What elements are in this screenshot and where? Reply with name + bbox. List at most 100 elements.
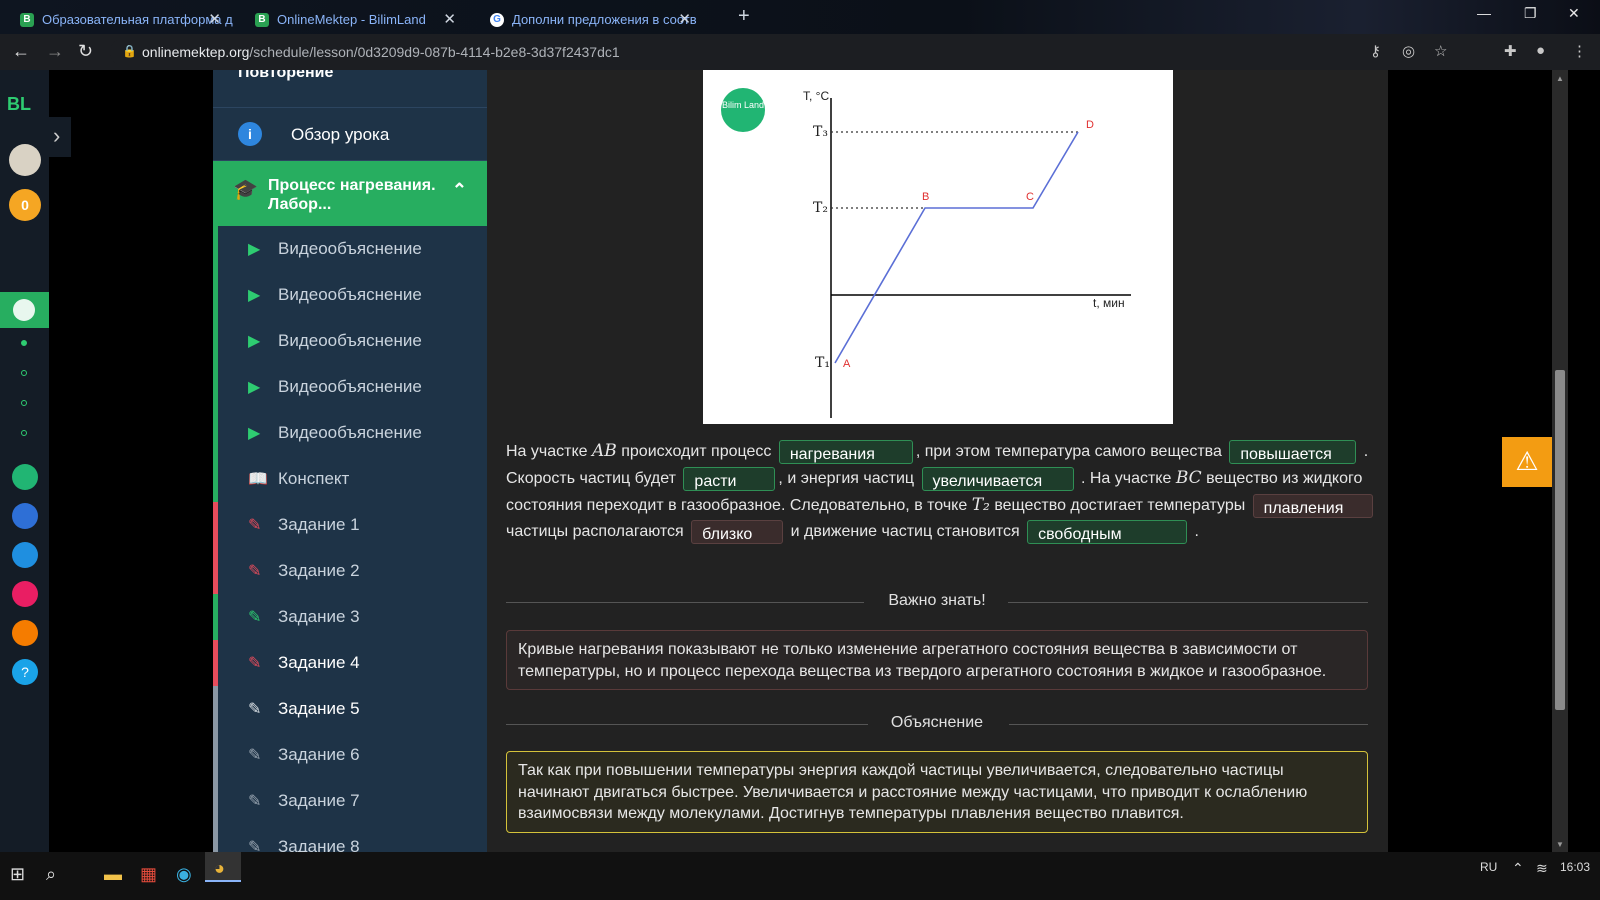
sidebar-item-overview[interactable]: i Обзор урока [213, 108, 487, 161]
file-explorer-icon[interactable]: ▬ [104, 864, 122, 885]
twig-app-icon[interactable] [12, 581, 38, 607]
play-icon: ▶ [248, 379, 261, 396]
sidebar-item-video[interactable]: ▶ Видеообъяснение [213, 226, 487, 272]
sidebar-item-label: Задание 6 [278, 745, 360, 764]
close-tab-icon[interactable]: ✕ [443, 10, 456, 28]
url-host: onlinemektep.org [142, 44, 250, 60]
sidebar-item-label: Видеообъяснение [278, 423, 422, 442]
sidebar-item-video[interactable]: ▶ Видеообъяснение [213, 364, 487, 410]
answer-blank-6[interactable]: близко [691, 519, 784, 544]
sidebar-item-summary[interactable]: 📖 Конспект [213, 456, 487, 502]
nav-dot[interactable] [21, 430, 27, 436]
answer-blank-7[interactable]: свободным [1027, 519, 1188, 544]
sidebar-item-task-5[interactable]: ✎ Задание 5 [213, 686, 487, 732]
browser-tab[interactable]: B OnlineMektep - BilimLand ✕ [235, 4, 470, 34]
sidebar-item-label: Задание 5 [278, 699, 360, 718]
language-indicator[interactable]: RU [1480, 860, 1497, 874]
bilimland-app-icon[interactable] [12, 464, 38, 490]
lock-icon: 🔒 [122, 44, 137, 58]
browser-tab-active[interactable]: G Дополни предложения в соотв ✕ [470, 4, 705, 34]
reload-icon[interactable]: ↻ [78, 41, 93, 62]
answer-blank-3[interactable]: расти [683, 466, 776, 491]
profile-icon[interactable]: ● [1536, 42, 1545, 59]
page-scrollbar[interactable]: ▲ ▼ [1552, 70, 1568, 870]
point-a-label: A [843, 358, 851, 370]
chevron-right-icon[interactable]: › [49, 117, 71, 157]
restore-icon[interactable]: ❐ [1524, 5, 1537, 22]
app: BL 0 ? › Повторение i Обзор урока 🎓 Проц… [0, 70, 1600, 870]
answer-blank-4[interactable]: увеличивается [921, 466, 1074, 491]
nav-dot[interactable] [21, 340, 27, 346]
onlinemektep-app-icon[interactable] [0, 292, 49, 328]
address-bar[interactable]: 🔒 onlinemektep.org/schedule/lesson/0d320… [110, 38, 1450, 66]
tray-chevron-up-icon[interactable]: ⌃ [1512, 860, 1524, 877]
sidebar-item-video[interactable]: ▶ Видеообъяснение [213, 272, 487, 318]
warning-icon[interactable]: ⚠ [1502, 437, 1552, 487]
graduation-cap-icon: 🎓 [233, 179, 258, 201]
sidebar-item-task-4[interactable]: ✎ Задание 4 [213, 640, 487, 686]
back-icon[interactable]: ← [12, 41, 30, 62]
x-axis-label: t, мин [1093, 296, 1125, 310]
exercise-text: частицы располагаются [506, 523, 684, 540]
bl-logo[interactable]: BL [7, 94, 31, 115]
eye-off-icon[interactable]: ◎ [1402, 42, 1415, 60]
store-icon[interactable]: ▦ [140, 864, 157, 885]
answer-blank-1[interactable]: нагревания [778, 439, 913, 464]
close-window-icon[interactable]: ✕ [1568, 5, 1580, 22]
lesson-content: Bilim Land T, °C t, мин T₃ T₂ T₁ A B C D [487, 70, 1388, 870]
sidebar-item-task-3[interactable]: ✎ Задание 3 [213, 594, 487, 640]
answer-blank-5[interactable]: плавления [1252, 493, 1373, 518]
heating-curve-figure: Bilim Land T, °C t, мин T₃ T₂ T₁ A B C D [703, 70, 1173, 424]
clock[interactable]: 16:03 [1560, 860, 1590, 874]
sidebar-item-label: Конспект [278, 469, 350, 488]
chevron-up-icon[interactable]: ⌃ [452, 181, 467, 200]
sidebar-item-video[interactable]: ▶ Видеообъяснение [213, 318, 487, 364]
book-icon: 📖 [248, 471, 268, 488]
windows-start-icon[interactable]: ⊞ [10, 864, 25, 885]
sidebar-section-title: Повторение [213, 70, 487, 108]
forward-icon[interactable]: → [46, 41, 64, 62]
important-note: Кривые нагревания показывают не только и… [506, 630, 1368, 690]
minimize-icon[interactable]: — [1477, 5, 1491, 21]
test-app-icon[interactable] [12, 542, 38, 568]
coins-badge[interactable]: 0 [9, 189, 41, 221]
star-icon[interactable]: ☆ [1434, 42, 1447, 60]
help-icon[interactable]: ? [12, 659, 38, 685]
scrollbar-thumb[interactable] [1555, 370, 1565, 710]
play-icon: ▶ [248, 287, 261, 304]
sidebar-item-task-2[interactable]: ✎ Задание 2 [213, 548, 487, 594]
chrome-taskbar-button[interactable]: ◕ [205, 852, 241, 882]
exercise-text: На участке [506, 443, 588, 460]
play-icon: ▶ [248, 333, 261, 350]
close-tab-icon[interactable]: ✕ [678, 10, 691, 28]
exercise-text: вещество достигает температуры [994, 497, 1246, 514]
edit-icon: ✎ [248, 701, 262, 718]
new-tab-icon[interactable]: + [738, 5, 750, 28]
sidebar-item-label: Задание 3 [278, 607, 360, 626]
bilimbook-app-icon[interactable] [12, 503, 38, 529]
nav-dot[interactable] [21, 400, 27, 406]
wifi-icon[interactable]: ≋ [1536, 860, 1548, 877]
imektep-app-icon[interactable] [12, 620, 38, 646]
scroll-down-icon[interactable]: ▼ [1556, 840, 1564, 849]
sidebar-item-task-1[interactable]: ✎ Задание 1 [213, 502, 487, 548]
avatar[interactable] [9, 144, 41, 176]
sidebar-item-task-7[interactable]: ✎ Задание 7 [213, 778, 487, 824]
close-tab-icon[interactable]: ✕ [208, 10, 221, 28]
tab-title: Образовательная платформа д [42, 12, 233, 27]
sidebar-item-video[interactable]: ▶ Видеообъяснение [213, 410, 487, 456]
scroll-up-icon[interactable]: ▲ [1556, 74, 1564, 83]
point-d-label: D [1086, 119, 1094, 131]
nav-dot[interactable] [21, 370, 27, 376]
edge-icon[interactable]: ◉ [176, 864, 192, 885]
sidebar-item-label: Видеообъяснение [278, 331, 422, 350]
answer-blank-2[interactable]: повышается [1229, 439, 1357, 464]
key-icon[interactable]: ⚷ [1370, 42, 1381, 60]
extensions-icon[interactable]: ✚ [1504, 42, 1517, 60]
sidebar-item-task-6[interactable]: ✎ Задание 6 [213, 732, 487, 778]
menu-icon[interactable]: ⋮ [1572, 42, 1587, 60]
sidebar-module-heating[interactable]: 🎓 Процесс нагревания. Лабор... ⌃ [213, 161, 487, 226]
search-icon[interactable]: ⌕ [46, 864, 56, 885]
browser-tab[interactable]: B Образовательная платформа д ✕ [0, 4, 235, 34]
exercise-text: . На участке [1080, 470, 1172, 487]
